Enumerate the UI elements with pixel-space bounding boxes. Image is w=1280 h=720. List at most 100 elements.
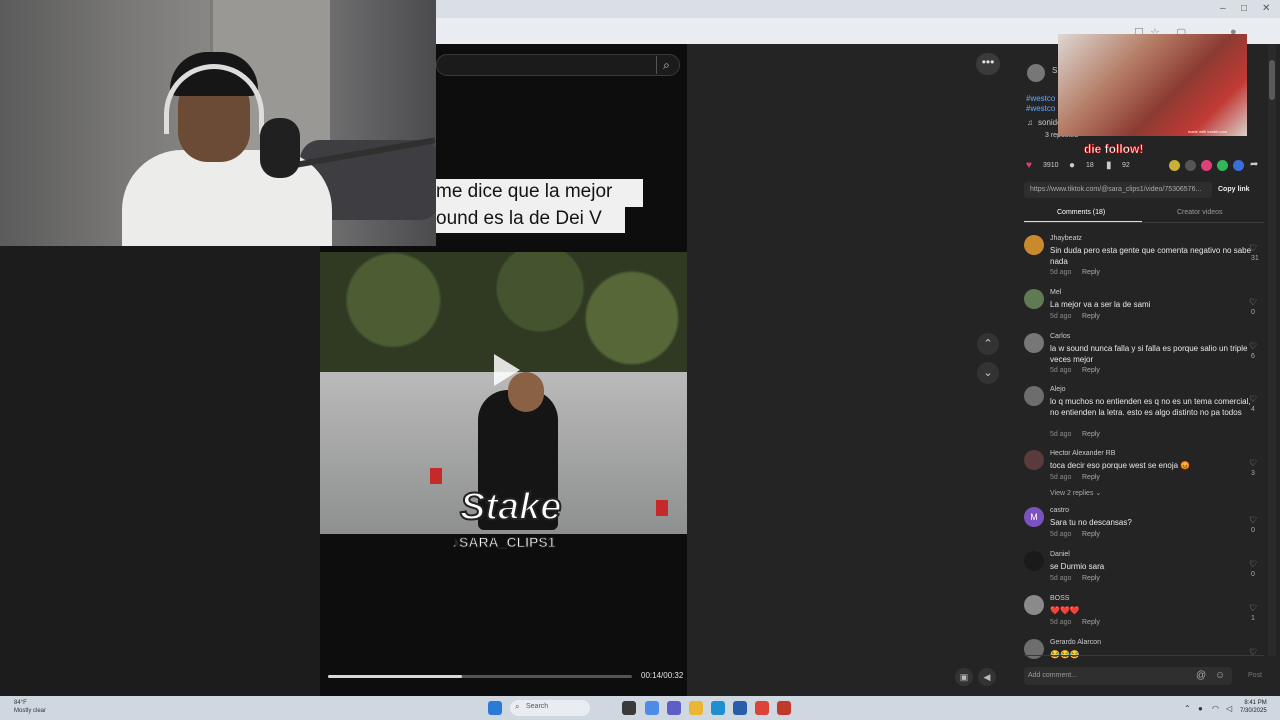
comment-username[interactable]: Gerardo Alarcon bbox=[1050, 639, 1101, 646]
embed-icon[interactable] bbox=[1185, 160, 1196, 171]
author-name[interactable]: S bbox=[1052, 66, 1057, 75]
comment-reply-button[interactable]: Reply bbox=[1082, 367, 1100, 374]
comment-like-icon[interactable]: ♡ bbox=[1249, 647, 1257, 658]
heart-icon[interactable]: ♥ bbox=[1026, 160, 1032, 171]
comment-reply-button[interactable]: Reply bbox=[1082, 269, 1100, 276]
comment-text: toca decir eso porque west se enoja 😡 bbox=[1050, 461, 1191, 470]
mic-tray-icon[interactable]: ● bbox=[1198, 704, 1203, 713]
comment-avatar[interactable] bbox=[1024, 289, 1044, 309]
tray-chevron-icon[interactable]: ⌃ bbox=[1184, 704, 1191, 713]
video-link-field[interactable]: https://www.tiktok.com/@sara_clips1/vide… bbox=[1024, 182, 1212, 198]
comment-avatar[interactable] bbox=[1024, 595, 1044, 615]
comment-reply-button[interactable]: Reply bbox=[1082, 431, 1100, 438]
comment-like-icon[interactable]: ♡ bbox=[1249, 243, 1257, 254]
mention-icon[interactable]: @ bbox=[1196, 670, 1206, 681]
teams-icon[interactable] bbox=[667, 701, 681, 715]
comment-avatar[interactable] bbox=[1024, 450, 1044, 470]
whatsapp-icon[interactable] bbox=[1217, 160, 1228, 171]
speaker-icon[interactable]: ◁ bbox=[1226, 704, 1232, 713]
comment-like-icon[interactable]: ♡ bbox=[1249, 559, 1257, 570]
copilot-icon[interactable] bbox=[645, 701, 659, 715]
comment-reply-button[interactable]: Reply bbox=[1082, 575, 1100, 582]
comment-like-icon[interactable]: ♡ bbox=[1249, 515, 1257, 526]
more-options-icon[interactable]: ••• bbox=[976, 53, 1000, 75]
comment-username[interactable]: Hector Alexander RB bbox=[1050, 450, 1115, 457]
comment-avatar[interactable] bbox=[1024, 639, 1044, 659]
comment-reply-button[interactable]: Reply bbox=[1082, 313, 1100, 320]
file-explorer-icon[interactable] bbox=[689, 701, 703, 715]
gif-tag: made with tumblr.com bbox=[1188, 129, 1227, 134]
comment-reply-button[interactable]: Reply bbox=[1082, 619, 1100, 626]
comment-item: Carlos la w sound nunca falla y si falla … bbox=[1024, 333, 1264, 379]
search-input[interactable] bbox=[436, 54, 680, 76]
comment-username[interactable]: Mel bbox=[1050, 289, 1061, 296]
comment-avatar[interactable]: M bbox=[1024, 507, 1044, 527]
video-caption-line1: me dice que la mejor bbox=[436, 179, 643, 207]
comment-username[interactable]: Carlos bbox=[1050, 333, 1070, 340]
comment-like-icon[interactable]: ♡ bbox=[1249, 458, 1257, 469]
facebook-icon[interactable] bbox=[1233, 160, 1244, 171]
maximize-button[interactable]: □ bbox=[1241, 3, 1247, 14]
copy-link-button[interactable]: Copy link bbox=[1218, 186, 1250, 193]
chrome-icon[interactable] bbox=[755, 701, 769, 715]
comment-username[interactable]: Jhaybeatz bbox=[1050, 235, 1082, 242]
post-button[interactable]: Post bbox=[1248, 672, 1262, 679]
search-icon[interactable]: ⌕ bbox=[656, 56, 676, 74]
view-replies-button[interactable]: View 2 replies ⌄ bbox=[1050, 489, 1101, 497]
app-icon[interactable] bbox=[777, 701, 791, 715]
weather-temp: 84°F bbox=[14, 700, 27, 706]
play-icon[interactable] bbox=[494, 354, 520, 386]
emoji-icon[interactable]: ☺ bbox=[1215, 670, 1225, 681]
taskbar-search[interactable]: Search bbox=[510, 700, 590, 716]
comment-avatar[interactable] bbox=[1024, 386, 1044, 406]
comment-like-count: 1 bbox=[1251, 615, 1255, 622]
music-note-icon: ♫ bbox=[1027, 118, 1033, 127]
weather-widget[interactable]: 84°F Mostly clear bbox=[14, 699, 46, 715]
comment-avatar[interactable] bbox=[1024, 551, 1044, 571]
video-time: 00:14/00:32 bbox=[641, 671, 684, 680]
tab-comments[interactable]: Comments (18) bbox=[1057, 209, 1105, 216]
comment-avatar[interactable] bbox=[1024, 235, 1044, 255]
start-icon[interactable] bbox=[488, 701, 502, 715]
comment-like-icon[interactable]: ♡ bbox=[1249, 394, 1257, 405]
wifi-icon[interactable]: ◠ bbox=[1212, 704, 1219, 713]
hashtag-link[interactable]: #westco bbox=[1026, 104, 1055, 113]
comment-like-icon[interactable]: ♡ bbox=[1249, 603, 1257, 614]
comment-time: 5d ago bbox=[1050, 431, 1072, 438]
comment-like-icon[interactable]: ♡ bbox=[1249, 297, 1257, 308]
hashtag-link[interactable]: #westco bbox=[1026, 94, 1055, 103]
comment-like-icon[interactable]: ♡ bbox=[1249, 341, 1257, 352]
stake-logo: Stake bbox=[459, 485, 562, 529]
share-send-icon[interactable] bbox=[1201, 160, 1212, 171]
share-icon[interactable] bbox=[1169, 160, 1180, 171]
comment-item: Alejo lo q muchos no entienden es q no es… bbox=[1024, 386, 1264, 443]
edge-icon[interactable] bbox=[711, 701, 725, 715]
comment-avatar[interactable] bbox=[1024, 333, 1044, 353]
bookmark-icon[interactable]: ▮ bbox=[1106, 160, 1112, 171]
store-icon[interactable] bbox=[733, 701, 747, 715]
comment-reply-button[interactable]: Reply bbox=[1082, 531, 1100, 538]
microphone-icon bbox=[260, 118, 300, 178]
chevron-up-icon[interactable]: ⌃ bbox=[977, 333, 999, 355]
volume-icon[interactable]: ◀ bbox=[978, 668, 996, 686]
comment-like-count: 31 bbox=[1251, 255, 1259, 262]
comment-username[interactable]: Daniel bbox=[1050, 551, 1070, 558]
save-count: 92 bbox=[1122, 162, 1130, 169]
pip-icon[interactable]: ▣ bbox=[955, 668, 973, 686]
comment-username[interactable]: BOSS bbox=[1050, 595, 1069, 602]
scrollbar-track[interactable] bbox=[1268, 44, 1276, 656]
comment-reply-button[interactable]: Reply bbox=[1082, 474, 1100, 481]
clock[interactable]: 8:41 PM 7/30/2025 bbox=[1240, 699, 1267, 715]
author-avatar[interactable] bbox=[1027, 64, 1045, 82]
tab-creator-videos[interactable]: Creator videos bbox=[1177, 209, 1223, 216]
taskview-icon[interactable] bbox=[622, 701, 636, 715]
comment-username[interactable]: Alejo bbox=[1050, 386, 1066, 393]
forward-icon[interactable]: ➦ bbox=[1250, 159, 1258, 170]
comment-text: lo q muchos no entienden es q no es un t… bbox=[1050, 397, 1251, 417]
comment-username[interactable]: castro bbox=[1050, 507, 1069, 514]
comment-icon[interactable]: ● bbox=[1069, 160, 1075, 171]
chevron-down-icon[interactable]: ⌄ bbox=[977, 362, 999, 384]
minimize-button[interactable]: – bbox=[1220, 3, 1226, 14]
close-button[interactable]: ✕ bbox=[1262, 3, 1270, 14]
scrollbar-thumb[interactable] bbox=[1269, 60, 1275, 100]
